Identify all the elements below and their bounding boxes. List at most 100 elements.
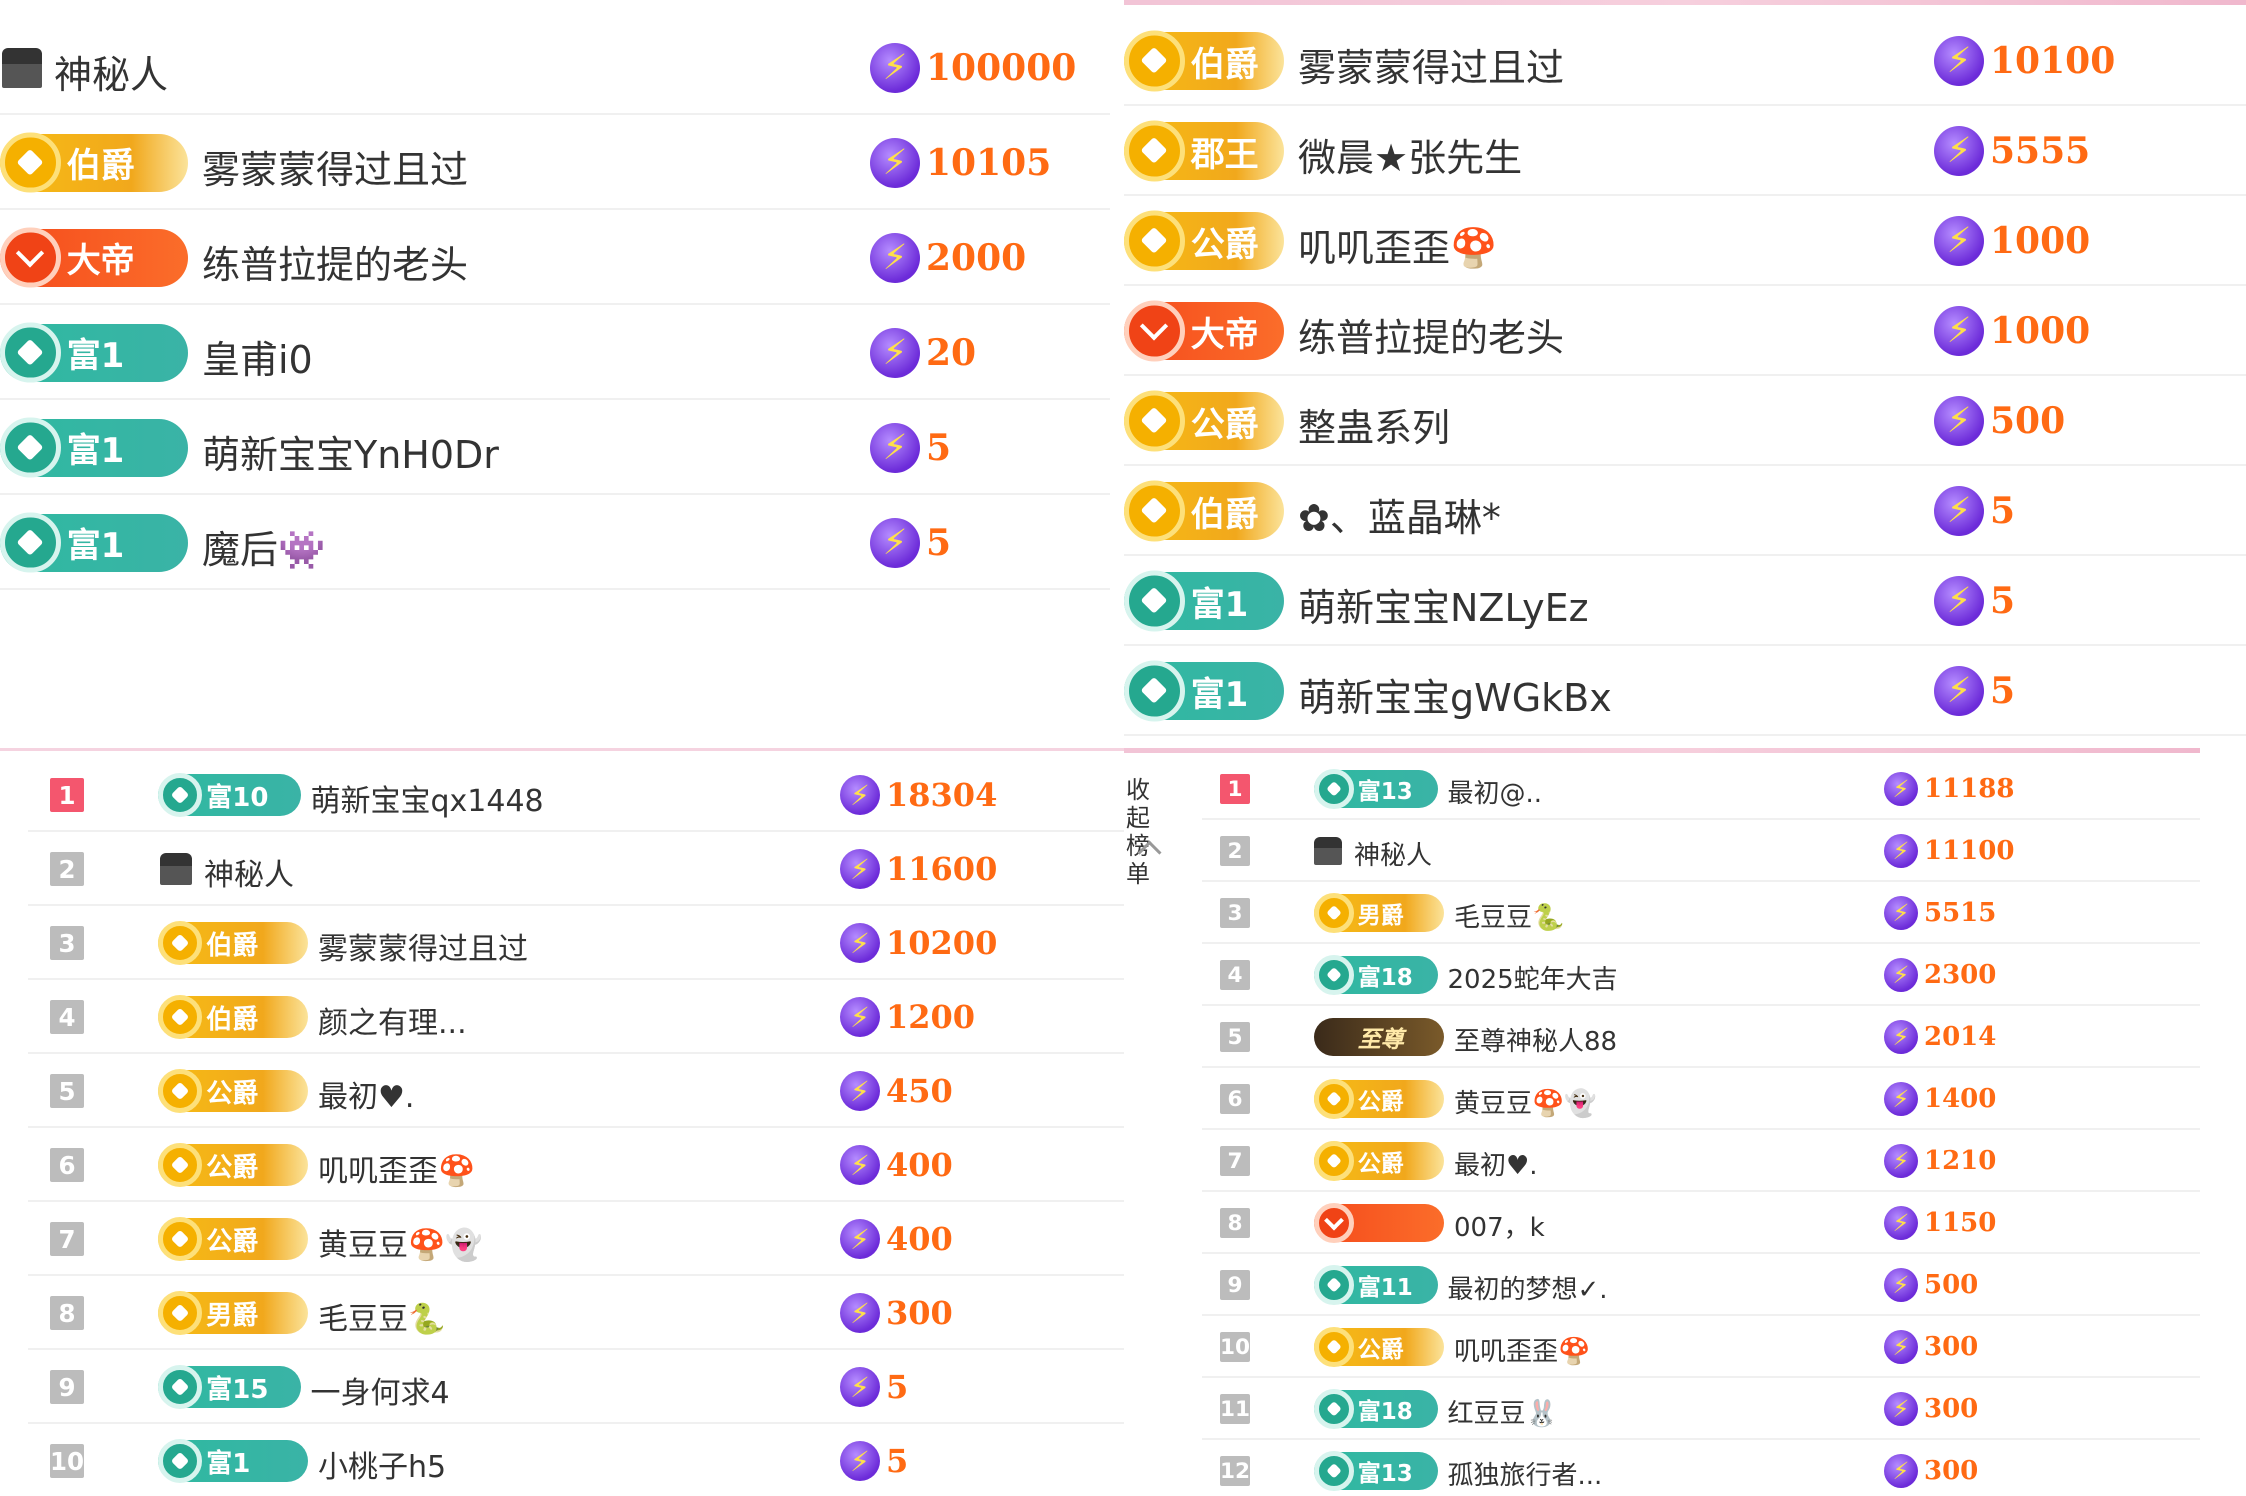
user-name[interactable]: 颜之有理... [318, 998, 467, 1042]
badge-emblem-icon [158, 920, 203, 966]
user-name[interactable]: 皇甫i0 [202, 329, 313, 384]
badge-emblem-icon [1314, 893, 1354, 933]
ranking-row[interactable]: 8 男爵 毛豆豆🐍 ⚡ 300 [0, 1276, 1124, 1350]
ranking-row[interactable]: 2 神秘人 ⚡ 11100 [1124, 820, 2246, 882]
user-name[interactable]: 最初@.. [1448, 773, 1543, 810]
user-name[interactable]: 最初的梦想✓. [1448, 1269, 1608, 1306]
user-name[interactable]: 萌新宝宝gWGkBx [1298, 667, 1612, 722]
gift-value: 10200 [886, 924, 998, 962]
ranking-row[interactable]: 神秘人 ⚡ 100000 [0, 20, 1110, 115]
user-name[interactable]: 一身何求4 [311, 1368, 450, 1412]
user-name[interactable]: 神秘人 [54, 44, 168, 99]
user-name[interactable]: 叽叽歪歪🍄 [1454, 1331, 1590, 1368]
gift-amount: ⚡ 300 [1884, 1330, 1978, 1364]
user-name[interactable]: 魔后👾 [202, 519, 325, 574]
badge-emblem-icon [158, 1216, 203, 1262]
rank-number: 3 [1220, 898, 1250, 928]
ranking-row[interactable]: 3 男爵 毛豆豆🐍 ⚡ 5515 [1124, 882, 2246, 944]
ranking-row[interactable]: 8 007，k ⚡ 1150 [1124, 1192, 2246, 1254]
user-name[interactable]: 最初♥. [318, 1072, 414, 1116]
gift-value: 10100 [1990, 40, 2116, 82]
ranking-row[interactable]: 富1 魔后👾 ⚡ 5 [0, 495, 1110, 590]
user-name[interactable]: 黄豆豆🍄👻 [318, 1220, 483, 1264]
user-name[interactable]: 孤独旅行者... [1448, 1455, 1603, 1492]
user-name[interactable]: 神秘人 [1354, 835, 1432, 872]
ranking-row[interactable]: 4 富18 2025蛇年大吉 ⚡ 2300 [1124, 944, 2246, 1006]
ranking-row[interactable]: 10 公爵 叽叽歪歪🍄 ⚡ 300 [1124, 1316, 2246, 1378]
ranking-row[interactable]: 伯爵 雾蒙蒙得过且过 ⚡ 10100 [1124, 16, 2246, 106]
badge-label: 公爵 [1357, 1151, 1404, 1177]
level-badge [1314, 1203, 1444, 1243]
mystery-user-icon [2, 47, 42, 88]
gift-value: 5 [886, 1368, 909, 1406]
user-name[interactable]: 最初♥. [1454, 1145, 1538, 1182]
gift-amount: ⚡ 500 [1884, 1268, 1978, 1302]
ranking-row[interactable]: 大帝 练普拉提的老头 ⚡ 2000 [0, 210, 1110, 305]
ranking-row[interactable]: 9 富15 一身何求4 ⚡ 5 [0, 1350, 1124, 1424]
ranking-row[interactable]: 1 富10 萌新宝宝qx1448 ⚡ 18304 [0, 758, 1124, 832]
user-name[interactable]: 毛豆豆🐍 [318, 1294, 445, 1338]
ranking-row[interactable]: 伯爵 ✿、蓝晶琳* ⚡ 5 [1124, 466, 2246, 556]
ranking-row[interactable]: 2 神秘人 ⚡ 11600 [0, 832, 1124, 906]
ranking-row[interactable]: 5 至尊 至尊神秘人88 ⚡ 2014 [1124, 1006, 2246, 1068]
rank-number: 5 [50, 1074, 84, 1108]
gift-amount: ⚡ 1150 [1884, 1206, 1996, 1240]
lightning-icon: ⚡ [840, 1145, 880, 1185]
user-name[interactable]: 雾蒙蒙得过且过 [1298, 37, 1564, 92]
level-badge: 至尊 [1314, 1018, 1444, 1056]
ranking-row[interactable]: 5 公爵 最初♥. ⚡ 450 [0, 1054, 1124, 1128]
ranking-row[interactable]: 3 伯爵 雾蒙蒙得过且过 ⚡ 10200 [0, 906, 1124, 980]
user-name[interactable]: 萌新宝宝YnH0Dr [202, 424, 499, 479]
ranking-row[interactable]: 富1 萌新宝宝NZLyEz ⚡ 5 [1124, 556, 2246, 646]
user-name[interactable]: 007，k [1454, 1207, 1545, 1244]
user-name[interactable]: 小桃子h5 [318, 1442, 446, 1486]
gift-amount: ⚡ 5555 [1934, 126, 2090, 176]
level-badge: 富13 [1314, 1451, 1438, 1491]
user-name[interactable]: 至尊神秘人88 [1454, 1021, 1617, 1058]
ranking-row[interactable]: 11 富18 红豆豆🐰 ⚡ 300 [1124, 1378, 2246, 1440]
user-name[interactable]: 整蛊系列 [1298, 397, 1450, 452]
user-name[interactable]: 黄豆豆🍄👻 [1454, 1083, 1597, 1120]
ranking-row[interactable]: 4 伯爵 颜之有理... ⚡ 1200 [0, 980, 1124, 1054]
ranking-row[interactable]: 12 富13 孤独旅行者... ⚡ 300 [1124, 1440, 2246, 1496]
ranking-row[interactable]: 伯爵 雾蒙蒙得过且过 ⚡ 10105 [0, 115, 1110, 210]
gift-value: 1200 [886, 998, 976, 1036]
ranking-row[interactable]: 富1 萌新宝宝gWGkBx ⚡ 5 [1124, 646, 2246, 736]
ranking-row[interactable]: 富1 萌新宝宝YnH0Dr ⚡ 5 [0, 400, 1110, 495]
user-name[interactable]: 红豆豆🐰 [1448, 1393, 1558, 1430]
level-badge: 富18 [1314, 955, 1438, 995]
badge-emblem-icon [0, 132, 61, 193]
level-badge: 公爵 [1314, 1327, 1444, 1367]
gift-value: 300 [1924, 1332, 1979, 1362]
lightning-icon: ⚡ [1884, 1330, 1918, 1364]
user-name[interactable]: 雾蒙蒙得过且过 [318, 924, 528, 968]
user-name[interactable]: 神秘人 [204, 850, 294, 894]
user-name[interactable]: 雾蒙蒙得过且过 [202, 139, 468, 194]
gift-value: 400 [886, 1220, 953, 1258]
user-name[interactable]: 萌新宝宝NZLyEz [1298, 577, 1589, 632]
user-name[interactable]: 练普拉提的老头 [202, 234, 468, 289]
ranking-row[interactable]: 6 公爵 黄豆豆🍄👻 ⚡ 1400 [1124, 1068, 2246, 1130]
ranking-row[interactable]: 郡王 微晨★张先生 ⚡ 5555 [1124, 106, 2246, 196]
badge-emblem-icon [158, 772, 203, 818]
user-name[interactable]: 叽叽歪歪🍄 [318, 1146, 475, 1190]
ranking-row[interactable]: 10 富1 小桃子h5 ⚡ 5 [0, 1424, 1124, 1496]
gift-amount: ⚡ 400 [840, 1145, 953, 1185]
user-name[interactable]: 萌新宝宝qx1448 [311, 776, 544, 820]
user-name[interactable]: 练普拉提的老头 [1298, 307, 1564, 362]
ranking-row[interactable]: 公爵 叽叽歪歪🍄 ⚡ 1000 [1124, 196, 2246, 286]
ranking-row[interactable]: 9 富11 最初的梦想✓. ⚡ 500 [1124, 1254, 2246, 1316]
ranking-row[interactable]: 6 公爵 叽叽歪歪🍄 ⚡ 400 [0, 1128, 1124, 1202]
user-name[interactable]: 微晨★张先生 [1298, 127, 1522, 182]
ranking-row[interactable]: 7 公爵 最初♥. ⚡ 1210 [1124, 1130, 2246, 1192]
ranking-row[interactable]: 大帝 练普拉提的老头 ⚡ 1000 [1124, 286, 2246, 376]
ranking-row[interactable]: 富1 皇甫i0 ⚡ 20 [0, 305, 1110, 400]
ranking-row[interactable]: 1 富13 最初@.. ⚡ 11188 [1124, 758, 2246, 820]
ranking-row[interactable]: 公爵 整蛊系列 ⚡ 500 [1124, 376, 2246, 466]
user-name[interactable]: 毛豆豆🐍 [1454, 897, 1564, 934]
user-name[interactable]: ✿、蓝晶琳* [1298, 487, 1501, 542]
user-name[interactable]: 叽叽歪歪🍄 [1298, 217, 1497, 272]
user-name[interactable]: 2025蛇年大吉 [1448, 959, 1618, 996]
badge-label: 富1 [66, 431, 125, 471]
ranking-row[interactable]: 7 公爵 黄豆豆🍄👻 ⚡ 400 [0, 1202, 1124, 1276]
